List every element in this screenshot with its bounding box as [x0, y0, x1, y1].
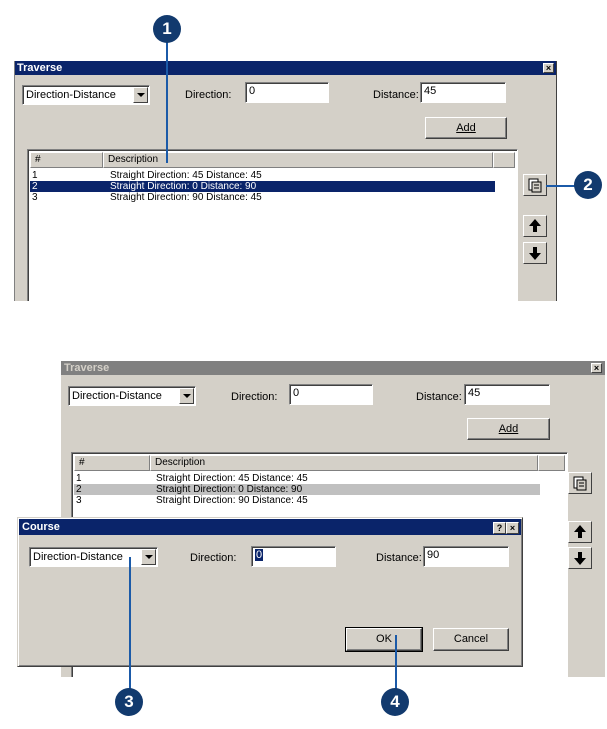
list-item-selected[interactable]: 2 Straight Direction: 0 Distance: 90 [74, 484, 540, 495]
arrow-down-icon [529, 247, 541, 260]
move-down-button[interactable] [523, 242, 547, 264]
move-up-button[interactable] [523, 215, 547, 237]
window-title: Traverse [17, 62, 63, 74]
callout-leader [546, 185, 576, 187]
callout-4: 4 [381, 688, 409, 716]
mode-dropdown[interactable]: Direction-Distance [68, 386, 196, 406]
window-title: Traverse [64, 362, 110, 374]
list-item[interactable]: 3 Straight Direction: 90 Distance: 45 [30, 192, 510, 203]
mode-value: Direction-Distance [72, 390, 162, 402]
segment-list[interactable]: # Description 1 Straight Direction: 45 D… [27, 149, 518, 301]
add-button[interactable]: Add [425, 117, 507, 139]
distance-label: Distance: [373, 89, 419, 101]
distance-field[interactable]: 90 [423, 546, 509, 567]
column-header-filler [493, 152, 515, 168]
title-bar: Traverse [14, 61, 557, 75]
mode-dropdown[interactable]: Direction-Distance [29, 547, 158, 567]
callout-1: 1 [153, 15, 181, 43]
add-button[interactable]: Add [467, 418, 550, 440]
arrow-up-icon [529, 219, 541, 232]
window-border [14, 61, 15, 301]
mode-dropdown[interactable]: Direction-Distance [22, 85, 150, 105]
properties-icon [573, 476, 587, 491]
arrow-down-icon [574, 552, 586, 565]
add-label: Add [456, 122, 476, 134]
course-dialog: Course ? × Direction-Distance Direction:… [17, 517, 523, 667]
row-description: Straight Direction: 0 Distance: 90 [156, 484, 303, 495]
list-item[interactable]: 1 Straight Direction: 45 Distance: 45 [74, 473, 554, 484]
arrow-up-icon [574, 525, 586, 538]
direction-label: Direction: [190, 552, 237, 564]
row-description: Straight Direction: 90 Distance: 45 [156, 495, 308, 506]
callout-leader [129, 557, 131, 690]
direction-label: Direction: [185, 89, 232, 101]
properties-button[interactable] [568, 472, 592, 494]
cancel-label: Cancel [453, 633, 489, 645]
mode-value: Direction-Distance [33, 551, 123, 563]
close-icon[interactable]: × [591, 363, 602, 373]
callout-leader [166, 42, 168, 163]
direction-label: Direction: [231, 391, 278, 403]
row-description: Straight Direction: 90 Distance: 45 [110, 192, 262, 203]
column-header-description[interactable]: Description [103, 152, 493, 168]
move-down-button[interactable] [568, 547, 592, 569]
dialog-title: Course [22, 521, 60, 533]
direction-value: 0 [293, 387, 300, 399]
distance-value: 45 [468, 387, 481, 399]
add-label: Add [498, 423, 519, 435]
distance-field[interactable]: 45 [464, 384, 550, 405]
window-border [556, 61, 557, 301]
distance-field[interactable]: 45 [420, 82, 506, 103]
chevron-down-icon[interactable] [133, 87, 148, 103]
callout-leader [395, 635, 397, 690]
list-item-selected[interactable]: 2 Straight Direction: 0 Distance: 90 [30, 181, 495, 192]
mode-value: Direction-Distance [26, 89, 116, 101]
direction-value: 0 [249, 85, 256, 97]
row-number: 3 [76, 495, 82, 506]
close-icon[interactable]: × [506, 522, 519, 534]
direction-value: 0 [255, 549, 264, 561]
direction-field[interactable]: 0 [251, 546, 336, 567]
chevron-down-icon[interactable] [141, 549, 156, 565]
row-number: 1 [76, 473, 82, 484]
list-item[interactable]: 3 Straight Direction: 90 Distance: 45 [74, 495, 554, 506]
move-up-button[interactable] [568, 521, 592, 543]
chevron-down-icon[interactable] [179, 388, 194, 404]
row-number: 3 [32, 192, 38, 203]
properties-icon [528, 178, 542, 193]
distance-value: 45 [424, 85, 437, 97]
direction-field[interactable]: 0 [245, 82, 329, 103]
column-header-number[interactable]: # [74, 455, 150, 471]
ok-button[interactable]: OK [345, 627, 423, 652]
callout-2: 2 [574, 171, 602, 199]
title-bar: Traverse [61, 361, 605, 375]
row-number: 2 [32, 181, 38, 192]
callout-3: 3 [115, 688, 143, 716]
ok-label: OK [376, 633, 392, 645]
row-number: 1 [32, 170, 38, 181]
list-item[interactable]: 1 Straight Direction: 45 Distance: 45 [30, 170, 510, 181]
close-icon[interactable]: × [543, 63, 554, 73]
title-bar: Course [19, 519, 521, 535]
traverse-window-top: Traverse × Direction-Distance Direction:… [14, 61, 557, 301]
row-number: 2 [76, 484, 82, 495]
column-header-filler [538, 455, 565, 471]
column-header-description[interactable]: Description [150, 455, 538, 471]
cancel-button[interactable]: Cancel [433, 628, 509, 651]
properties-button[interactable] [523, 174, 547, 196]
row-description: Straight Direction: 0 Distance: 90 [110, 181, 257, 192]
column-header-number[interactable]: # [30, 152, 103, 168]
distance-value: 90 [427, 549, 440, 561]
row-description: Straight Direction: 45 Distance: 45 [110, 170, 262, 181]
distance-label: Distance: [416, 391, 462, 403]
distance-label: Distance: [376, 552, 422, 564]
help-icon[interactable]: ? [493, 522, 506, 534]
row-description: Straight Direction: 45 Distance: 45 [156, 473, 308, 484]
direction-field[interactable]: 0 [289, 384, 373, 405]
